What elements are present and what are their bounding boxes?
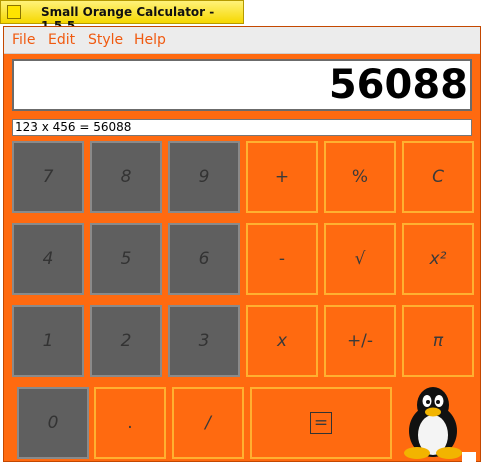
digit-0-button[interactable]: 0 [17,387,89,459]
pi-button[interactable]: π [402,305,474,377]
menu-bar: File Edit Style Help [4,27,480,54]
menu-edit[interactable]: Edit [48,32,75,48]
clear-button[interactable]: C [402,141,474,213]
title-bar[interactable]: Small Orange Calculator - 1.5.5 [0,0,244,33]
divide-button[interactable]: / [172,387,244,459]
digit-9-button[interactable]: 9 [168,141,240,213]
minus-button[interactable]: - [246,223,318,295]
digit-6-button[interactable]: 6 [168,223,240,295]
digit-2-button[interactable]: 2 [90,305,162,377]
multiply-button[interactable]: x [246,305,318,377]
plus-button[interactable]: + [246,141,318,213]
percent-button[interactable]: % [324,141,396,213]
digit-3-button[interactable]: 3 [168,305,240,377]
menu-help[interactable]: Help [134,32,166,48]
equals-label: = [309,412,333,434]
square-button[interactable]: x² [402,223,474,295]
digit-8-button[interactable]: 8 [90,141,162,213]
digit-4-button[interactable]: 4 [12,223,84,295]
equals-button[interactable]: = [250,387,392,459]
plus-minus-button[interactable]: +/- [324,305,396,377]
digit-5-button[interactable]: 5 [90,223,162,295]
calculator-window: File Edit Style Help 56088 123 x 456 = 5… [3,26,481,462]
sqrt-button[interactable]: √ [324,223,396,295]
digit-1-button[interactable]: 1 [12,305,84,377]
menu-file[interactable]: File [12,32,35,48]
tux-penguin-icon [404,387,462,459]
history-field[interactable]: 123 x 456 = 56088 [12,119,472,136]
result-display: 56088 [12,59,472,111]
decimal-button[interactable]: . [94,387,166,459]
window-checkbox[interactable] [7,5,21,19]
digit-7-button[interactable]: 7 [12,141,84,213]
menu-style[interactable]: Style [88,32,123,48]
corner-patch [462,452,476,462]
